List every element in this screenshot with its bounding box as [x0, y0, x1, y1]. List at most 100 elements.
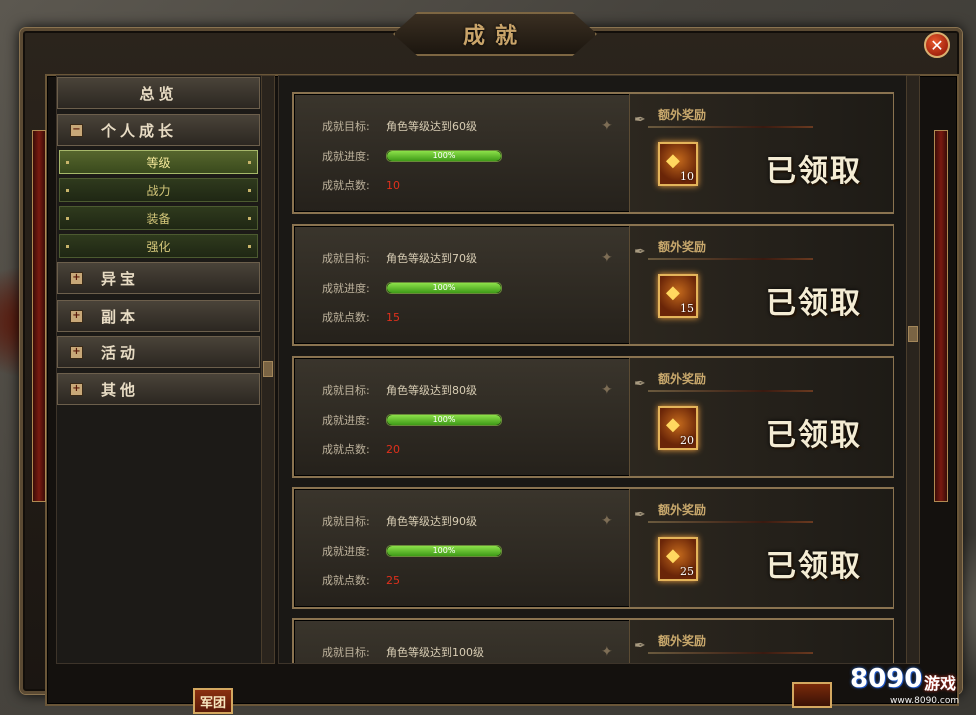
- progress-label: 成就进度:: [322, 545, 370, 558]
- achievement-card: 成就目标: 角色等级达到60级 成就进度: 100% 成就点数: 10 ✦ ✒ 额外…: [292, 92, 894, 214]
- sub-item-equipment[interactable]: 装备: [59, 206, 258, 230]
- achievement-card: 成就目标: 角色等级达到80级 成就进度: 100% 成就点数: 20 ✦ ✒ 额外…: [292, 356, 894, 478]
- gold-ingot-icon: ◆: [666, 282, 680, 303]
- legion-button[interactable]: 军团: [193, 688, 233, 714]
- menu-item-treasure[interactable]: + 异宝: [57, 262, 260, 294]
- close-icon[interactable]: ✕: [930, 36, 943, 55]
- reward-divider: [648, 390, 813, 392]
- reward-heading: 额外奖励: [658, 108, 707, 122]
- expand-icon[interactable]: +: [70, 345, 83, 359]
- expand-icon[interactable]: +: [70, 309, 83, 323]
- dot-icon: [66, 189, 69, 192]
- sub-item-level[interactable]: 等级: [59, 150, 258, 174]
- menu-item-label: 异宝: [101, 269, 140, 288]
- menu-item-other[interactable]: + 其他: [57, 373, 260, 405]
- menu-item-dungeon[interactable]: + 副本: [57, 300, 260, 332]
- goal-row: 成就目标: 角色等级达到100级: [322, 644, 484, 660]
- progress-label: 成就进度:: [322, 282, 370, 295]
- sub-item-power[interactable]: 战力: [59, 178, 258, 202]
- menu-item-label: 总览: [139, 84, 178, 103]
- category-menu: 总览 − 个人成长 等级 战力 装备 强化 + 异宝 + 副本 + 活动 + 其…: [56, 75, 263, 664]
- claimed-stamp: 已领取: [766, 154, 862, 189]
- reward-count: 10: [680, 170, 694, 183]
- progress-bar: 100%: [386, 282, 502, 294]
- sword-divider-icon: ✦: [601, 382, 613, 398]
- points-label: 成就点数:: [322, 311, 370, 324]
- gold-ingot-reward[interactable]: ◆ 15: [658, 274, 698, 318]
- menu-item-activity[interactable]: + 活动: [57, 336, 260, 368]
- menu-item-label: 其他: [101, 380, 140, 399]
- dot-icon: [248, 189, 251, 192]
- quill-icon: ✒: [634, 244, 646, 260]
- window-title: 成就: [462, 23, 527, 49]
- list-scrollbar[interactable]: [906, 75, 920, 664]
- reward-count: 20: [680, 434, 694, 447]
- sub-item-enhance[interactable]: 强化: [59, 234, 258, 258]
- sword-divider-icon: ✦: [601, 644, 613, 660]
- points-value: 25: [386, 573, 400, 587]
- quill-icon: ✒: [634, 376, 646, 392]
- reward-panel: ✒ 额外奖励 ◆ 25 已领取: [629, 489, 893, 607]
- claimed-stamp: 已领取: [766, 286, 862, 321]
- reward-heading: 额外奖励: [658, 503, 707, 517]
- scroll-thumb[interactable]: [263, 361, 273, 377]
- progress-text: 100%: [432, 546, 456, 555]
- watermark-game: 游戏: [924, 674, 957, 693]
- reward-heading: 额外奖励: [658, 372, 707, 386]
- goal-value: 角色等级达到60级: [386, 120, 477, 133]
- claimed-stamp: 已领取: [766, 549, 862, 584]
- reward-divider: [648, 258, 813, 260]
- scroll-thumb[interactable]: [908, 326, 918, 342]
- gold-ingot-reward[interactable]: ◆ 10: [658, 142, 698, 186]
- points-label: 成就点数:: [322, 179, 370, 192]
- points-row: 成就点数: 10: [322, 177, 400, 193]
- expand-icon[interactable]: +: [70, 382, 83, 396]
- reward-count: 15: [680, 302, 694, 315]
- achievement-info: 成就目标: 角色等级达到90级 成就进度: 100% 成就点数: 25 ✦: [294, 489, 629, 607]
- reward-heading: 额外奖励: [658, 240, 707, 254]
- sword-divider-icon: ✦: [601, 118, 613, 134]
- expand-icon[interactable]: +: [70, 271, 83, 285]
- menu-item-personal-growth[interactable]: − 个人成长: [57, 114, 260, 146]
- menu-item-overview[interactable]: 总览: [57, 77, 260, 109]
- sub-item-label: 装备: [146, 211, 171, 226]
- quill-icon: ✒: [634, 638, 646, 654]
- site-watermark: 8090 游戏 www.8090.com: [850, 664, 970, 709]
- goal-row: 成就目标: 角色等级达到70级: [322, 250, 477, 266]
- title-plate: 成就: [393, 12, 597, 56]
- progress-label: 成就进度:: [322, 414, 370, 427]
- reward-divider: [648, 126, 813, 128]
- achievement-info: 成就目标: 角色等级达到70级 成就进度: 100% 成就点数: 15 ✦: [294, 226, 629, 344]
- menu-scrollbar[interactable]: [261, 75, 275, 664]
- gold-ingot-reward[interactable]: ◆ 25: [658, 537, 698, 581]
- goal-label: 成就目标:: [322, 646, 370, 659]
- menu-item-label: 副本: [101, 307, 140, 326]
- corner-button[interactable]: [792, 682, 832, 708]
- achievement-info: 成就目标: 角色等级达到80级 成就进度: 100% 成就点数: 20 ✦: [294, 358, 629, 476]
- achievement-card: 成就目标: 角色等级达到100级 ✦ ✒ 额外奖励: [292, 618, 894, 663]
- left-rail-decoration: [32, 130, 46, 502]
- points-label: 成就点数:: [322, 574, 370, 587]
- goal-label: 成就目标:: [322, 120, 370, 133]
- progress-text: 100%: [432, 415, 456, 424]
- watermark-brand: 8090: [850, 664, 923, 694]
- dot-icon: [66, 245, 69, 248]
- progress-bar: 100%: [386, 150, 502, 162]
- goal-value: 角色等级达到100级: [386, 646, 484, 659]
- progress-label: 成就进度:: [322, 150, 370, 163]
- watermark-url: www.8090.com: [890, 696, 960, 706]
- points-row: 成就点数: 20: [322, 441, 400, 457]
- gold-ingot-reward[interactable]: ◆ 20: [658, 406, 698, 450]
- achievement-info: 成就目标: 角色等级达到100级 ✦: [294, 620, 629, 663]
- goal-label: 成就目标:: [322, 252, 370, 265]
- dot-icon: [66, 161, 69, 164]
- close-button[interactable]: ✕: [924, 32, 950, 58]
- goal-value: 角色等级达到80级: [386, 384, 477, 397]
- collapse-icon[interactable]: −: [70, 123, 83, 137]
- sword-divider-icon: ✦: [601, 513, 613, 529]
- progress-text: 100%: [432, 283, 456, 292]
- progress-row: 成就进度: 100%: [322, 412, 502, 428]
- points-value: 20: [386, 442, 400, 456]
- goal-row: 成就目标: 角色等级达到90级: [322, 513, 477, 529]
- progress-row: 成就进度: 100%: [322, 280, 502, 296]
